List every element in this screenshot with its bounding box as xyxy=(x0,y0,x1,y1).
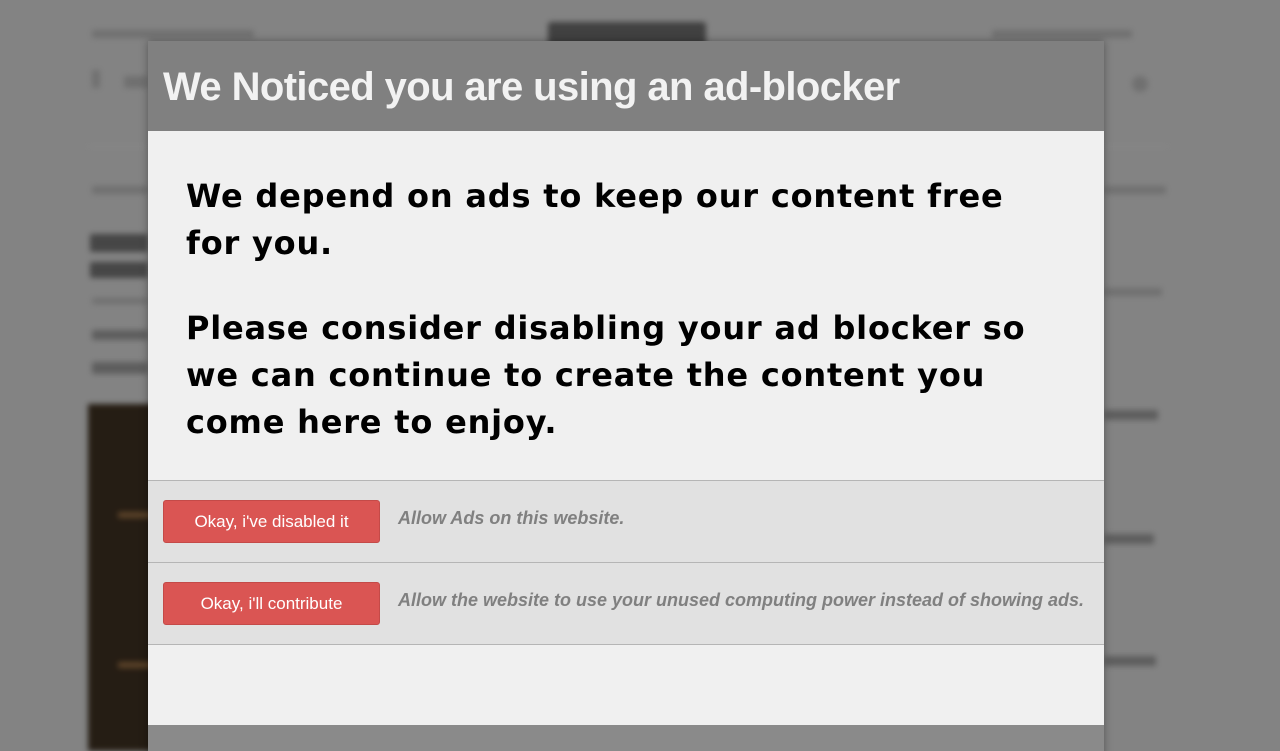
bg-sidebar-text xyxy=(1104,288,1162,296)
bg-nav-item xyxy=(124,76,148,88)
bg-article-title xyxy=(90,262,148,278)
adblock-modal: We Noticed you are using an ad-blocker W… xyxy=(148,41,1104,751)
modal-body: We depend on ads to keep our content fre… xyxy=(148,131,1104,480)
modal-bottom-bar xyxy=(148,725,1104,751)
bg-sidebar-text xyxy=(1104,656,1156,666)
option-row-contribute: Okay, i'll contribute Allow the website … xyxy=(148,562,1104,645)
option-description: Allow the website to use your unused com… xyxy=(398,590,1085,610)
disabled-it-button[interactable]: Okay, i've disabled it xyxy=(163,500,380,543)
bg-breadcrumb xyxy=(92,186,148,194)
bg-divider xyxy=(88,146,148,147)
option-row-disable-adblock: Okay, i've disabled it Allow Ads on this… xyxy=(148,480,1104,562)
bg-breadcrumb xyxy=(1104,186,1166,194)
bg-top-link xyxy=(992,30,1132,38)
modal-message-secondary: Please consider disabling your ad blocke… xyxy=(186,309,1026,441)
option-description: Allow Ads on this website. xyxy=(398,508,625,528)
bg-sidebar-text xyxy=(1104,534,1154,544)
bg-divider xyxy=(1104,146,1168,147)
modal-header: We Noticed you are using an ad-blocker xyxy=(148,41,1104,131)
contribute-button[interactable]: Okay, i'll contribute xyxy=(163,582,380,625)
bg-menu-icon xyxy=(92,70,100,88)
bg-meta xyxy=(92,362,148,374)
modal-message-primary: We depend on ads to keep our content fre… xyxy=(186,177,1004,262)
bg-sidebar-text xyxy=(1104,410,1158,420)
bg-article-title xyxy=(90,234,148,252)
modal-title: We Noticed you are using an ad-blocker xyxy=(163,64,900,109)
bg-meta xyxy=(92,330,148,340)
bg-meta xyxy=(92,298,148,304)
bg-top-link xyxy=(92,30,254,38)
page: We Noticed you are using an ad-blocker W… xyxy=(0,0,1280,751)
bg-search-icon xyxy=(1132,76,1148,92)
modal-footer xyxy=(148,645,1104,725)
